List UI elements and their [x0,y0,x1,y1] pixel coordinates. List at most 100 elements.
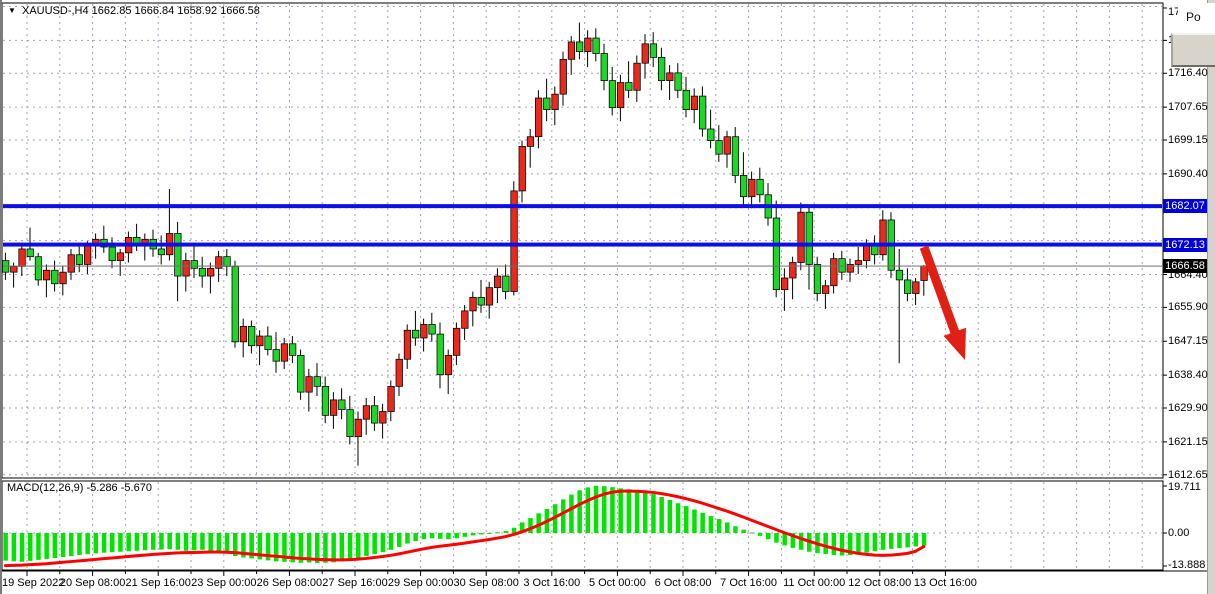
macd-pane[interactable] [2,481,1163,570]
macd-bar [422,533,427,539]
macd-bar [340,533,345,561]
chart-canvas[interactable] [0,0,1215,594]
ohlc-low: 1658.92 [177,5,217,17]
window-right-panel-edge [1207,0,1215,594]
bull-candle [552,94,559,109]
bull-candle [11,266,18,272]
macd-bar [561,499,566,533]
macd-bar [44,533,49,559]
macd-bar [709,516,714,533]
bull-candle [257,336,264,346]
bear-candle [437,334,444,375]
macd-bar [397,533,402,547]
macd-bar [405,533,410,544]
bear-candle [76,255,83,265]
chart-header: ▼ XAUUSD-,H4 1662.85 1666.84 1658.92 166… [8,5,260,17]
macd-bar [856,533,861,554]
macd-bar [922,533,927,546]
bear-candle [806,212,813,264]
bear-candle [289,344,296,356]
macd-bar [717,519,722,533]
macd-bar [208,533,213,551]
macd-bar [659,497,664,533]
bear-candle [544,98,551,110]
bull-candle [84,245,91,264]
bear-candle [27,249,34,257]
macd-bar [799,533,804,550]
current-price-line [3,266,1162,267]
macd-bar [774,533,779,543]
tooltip-text: Po [1186,10,1201,24]
price-line-label[interactable]: 1682.07 [1163,199,1207,213]
macd-bar [217,533,222,552]
time-tick-label: 7 Oct 16:00 [720,577,777,589]
bull-candle [330,400,337,415]
bull-candle [790,263,797,278]
macd-bar [102,533,107,553]
price-tick-label: 1647.15 [1168,335,1208,347]
bull-candle [880,220,887,255]
macd-bar [832,533,837,555]
bear-candle [199,268,206,276]
time-tick-label: 20 Sep 08:00 [60,577,125,589]
bear-candle [478,297,485,305]
popup-button[interactable] [1171,33,1215,67]
bear-candle [626,83,633,91]
bull-candle [117,253,124,261]
bull-candle [207,268,214,276]
macd-bar [94,533,99,553]
bear-candle [716,141,723,155]
ohlc-close: 1666.58 [220,5,260,17]
bull-candle [68,255,75,272]
bear-candle [232,266,239,341]
bear-candle [347,410,354,437]
price-tick-label: 1699.15 [1168,134,1208,146]
macd-bar [110,533,115,552]
horizontal-blue-line[interactable] [3,204,1162,208]
macd-bar [381,533,386,552]
time-tick-label: 26 Sep 08:00 [257,577,322,589]
bear-candle [35,257,42,280]
macd-bar [430,533,435,538]
macd-bar [643,492,648,533]
macd-bar [454,533,459,538]
macd-bar [823,533,828,554]
macd-tick-label: 0.00 [1168,527,1189,539]
bull-candle [363,406,370,420]
bull-candle [642,44,649,63]
macd-bar [372,533,377,554]
macd-bar [118,533,123,552]
price-tick-label: 1690.40 [1168,168,1208,180]
chevron-down-icon[interactable]: ▼ [8,6,16,15]
bull-candle [781,278,788,290]
macd-bar [69,533,74,556]
bull-candle [667,73,674,81]
macd-bar [3,533,8,561]
macd-bar [200,533,205,550]
bull-candle [453,328,460,355]
price-tick-label: 1655.90 [1168,301,1208,313]
price-tick-label: 1629.90 [1168,402,1208,414]
macd-bar [348,533,353,560]
bull-candle [568,42,575,59]
bull-candle [388,386,395,411]
bear-candle [322,386,329,415]
bear-candle [224,257,231,267]
macd-bar [897,533,902,548]
macd-bar [700,513,705,533]
bull-candle [560,59,567,94]
macd-bar [651,494,656,533]
bull-candle [494,276,501,288]
bull-candle [913,282,920,294]
time-tick-label: 6 Oct 08:00 [655,577,712,589]
bear-candle [601,54,608,81]
symbol-period-label: XAUUSD-,H4 [22,5,89,17]
bear-candle [757,179,764,194]
price-line-label[interactable]: 1666.58 [1163,259,1207,273]
macd-bar [413,533,418,541]
price-line-label[interactable]: 1672.13 [1163,238,1207,252]
macd-bar [618,488,623,533]
bull-candle [216,257,223,269]
horizontal-blue-line[interactable] [3,243,1162,247]
bear-candle [609,81,616,108]
